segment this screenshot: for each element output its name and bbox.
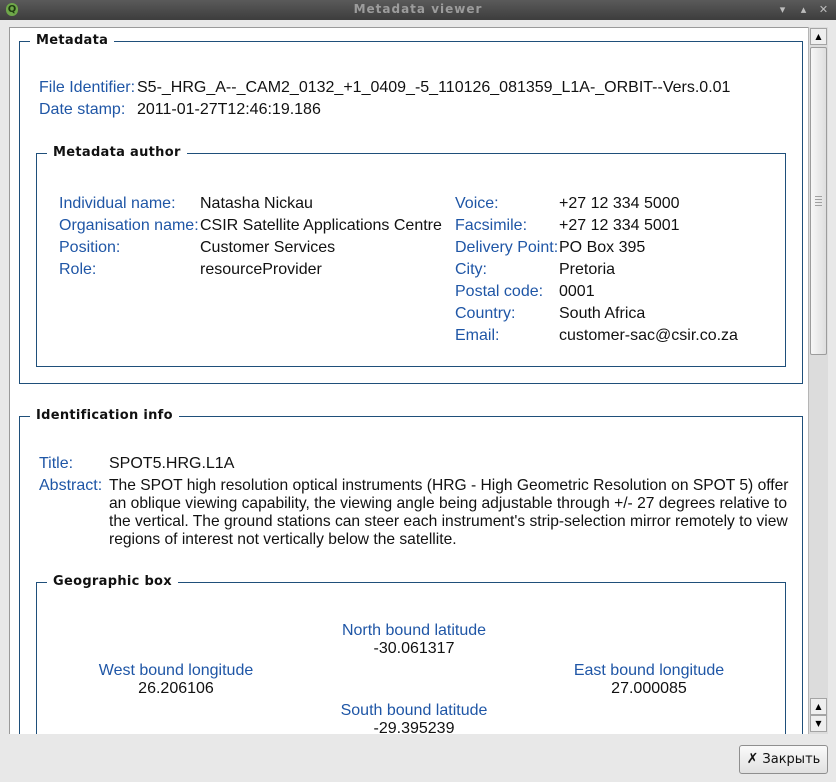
close-button-label: Закрыть bbox=[762, 752, 821, 767]
email-label: Email: bbox=[455, 327, 500, 344]
south-bound-latitude-label: South bound latitude bbox=[340, 702, 488, 719]
voice-label: Voice: bbox=[455, 195, 499, 212]
window-title: Metadata viewer bbox=[353, 2, 483, 16]
vertical-scrollbar[interactable]: ▲ ▲ ▼ bbox=[808, 27, 828, 734]
north-bound-latitude-label: North bound latitude bbox=[341, 622, 487, 639]
postal-code-value: 0001 bbox=[559, 283, 595, 300]
individual-name-value: Natasha Nickau bbox=[200, 195, 313, 212]
close-window-icon[interactable]: ✕ bbox=[818, 4, 829, 15]
abstract-value: The SPOT high resolution optical instrum… bbox=[109, 477, 789, 548]
country-value: South Africa bbox=[559, 305, 646, 322]
organisation-name-label: Organisation name: bbox=[59, 217, 199, 234]
north-bound-latitude-value: -30.061317 bbox=[373, 640, 455, 657]
country-label: Country: bbox=[455, 305, 516, 322]
close-button[interactable]: ✗ Закрыть bbox=[739, 745, 828, 774]
dialog-button-bar bbox=[0, 734, 836, 782]
geographic-box-legend: Geographic box bbox=[47, 573, 178, 591]
role-label: Role: bbox=[59, 261, 97, 278]
position-label: Position: bbox=[59, 239, 121, 256]
facsimile-value: +27 12 334 5001 bbox=[559, 217, 680, 234]
file-identifier-value: S5-_HRG_A--_CAM2_0132_+1_0409_-5_110126_… bbox=[137, 79, 731, 96]
city-label: City: bbox=[455, 261, 487, 278]
date-stamp-value: 2011-01-27T12:46:19.186 bbox=[137, 101, 321, 118]
facsimile-label: Facsimile: bbox=[455, 217, 528, 234]
date-stamp-label: Date stamp: bbox=[39, 101, 126, 118]
organisation-name-value: CSIR Satellite Applications Centre bbox=[200, 217, 442, 234]
metadata-legend: Metadata bbox=[30, 32, 115, 50]
thumb-grip-line bbox=[815, 199, 822, 200]
scroll-down-icon[interactable]: ▼ bbox=[810, 715, 827, 732]
west-bound-longitude-value: 26.206106 bbox=[138, 680, 214, 697]
scrollbar-thumb[interactable] bbox=[810, 47, 827, 355]
title-label: Title: bbox=[39, 455, 74, 472]
thumb-grip-line bbox=[815, 205, 822, 206]
scroll-up-icon[interactable]: ▲ bbox=[810, 698, 827, 715]
abstract-label: Abstract: bbox=[39, 477, 103, 494]
metadata-author-legend: Metadata author bbox=[47, 144, 187, 162]
close-icon: ✗ bbox=[746, 751, 759, 767]
metadata-view[interactable]: Metadata File Identifier: S5-_HRG_A--_CA… bbox=[9, 27, 809, 735]
minimize-icon[interactable]: ▾ bbox=[777, 4, 788, 15]
east-bound-longitude-value: 27.000085 bbox=[611, 680, 687, 697]
identification-legend: Identification info bbox=[30, 407, 179, 425]
role-value: resourceProvider bbox=[200, 261, 322, 278]
south-bound-latitude-value: -29.395239 bbox=[373, 720, 455, 735]
thumb-grip-line bbox=[815, 196, 822, 197]
email-value: customer-sac@csir.co.za bbox=[559, 327, 738, 344]
postal-code-label: Postal code: bbox=[455, 283, 544, 300]
qgis-app-icon: Q bbox=[6, 3, 18, 16]
window-titlebar[interactable]: Q Metadata viewer ▾ ▴ ✕ bbox=[0, 0, 836, 20]
voice-value: +27 12 334 5000 bbox=[559, 195, 680, 212]
east-bound-longitude-label: East bound longitude bbox=[573, 662, 725, 679]
position-value: Customer Services bbox=[200, 239, 336, 256]
individual-name-label: Individual name: bbox=[59, 195, 176, 212]
city-value: Pretoria bbox=[559, 261, 616, 278]
title-value: SPOT5.HRG.L1A bbox=[109, 455, 235, 472]
scroll-up-icon[interactable]: ▲ bbox=[810, 28, 827, 45]
delivery-point-value: PO Box 395 bbox=[559, 239, 646, 256]
thumb-grip-line bbox=[815, 202, 822, 203]
west-bound-longitude-label: West bound longitude bbox=[98, 662, 254, 679]
delivery-point-label: Delivery Point: bbox=[455, 239, 559, 256]
file-identifier-label: File Identifier: bbox=[39, 79, 136, 96]
maximize-icon[interactable]: ▴ bbox=[798, 4, 809, 15]
